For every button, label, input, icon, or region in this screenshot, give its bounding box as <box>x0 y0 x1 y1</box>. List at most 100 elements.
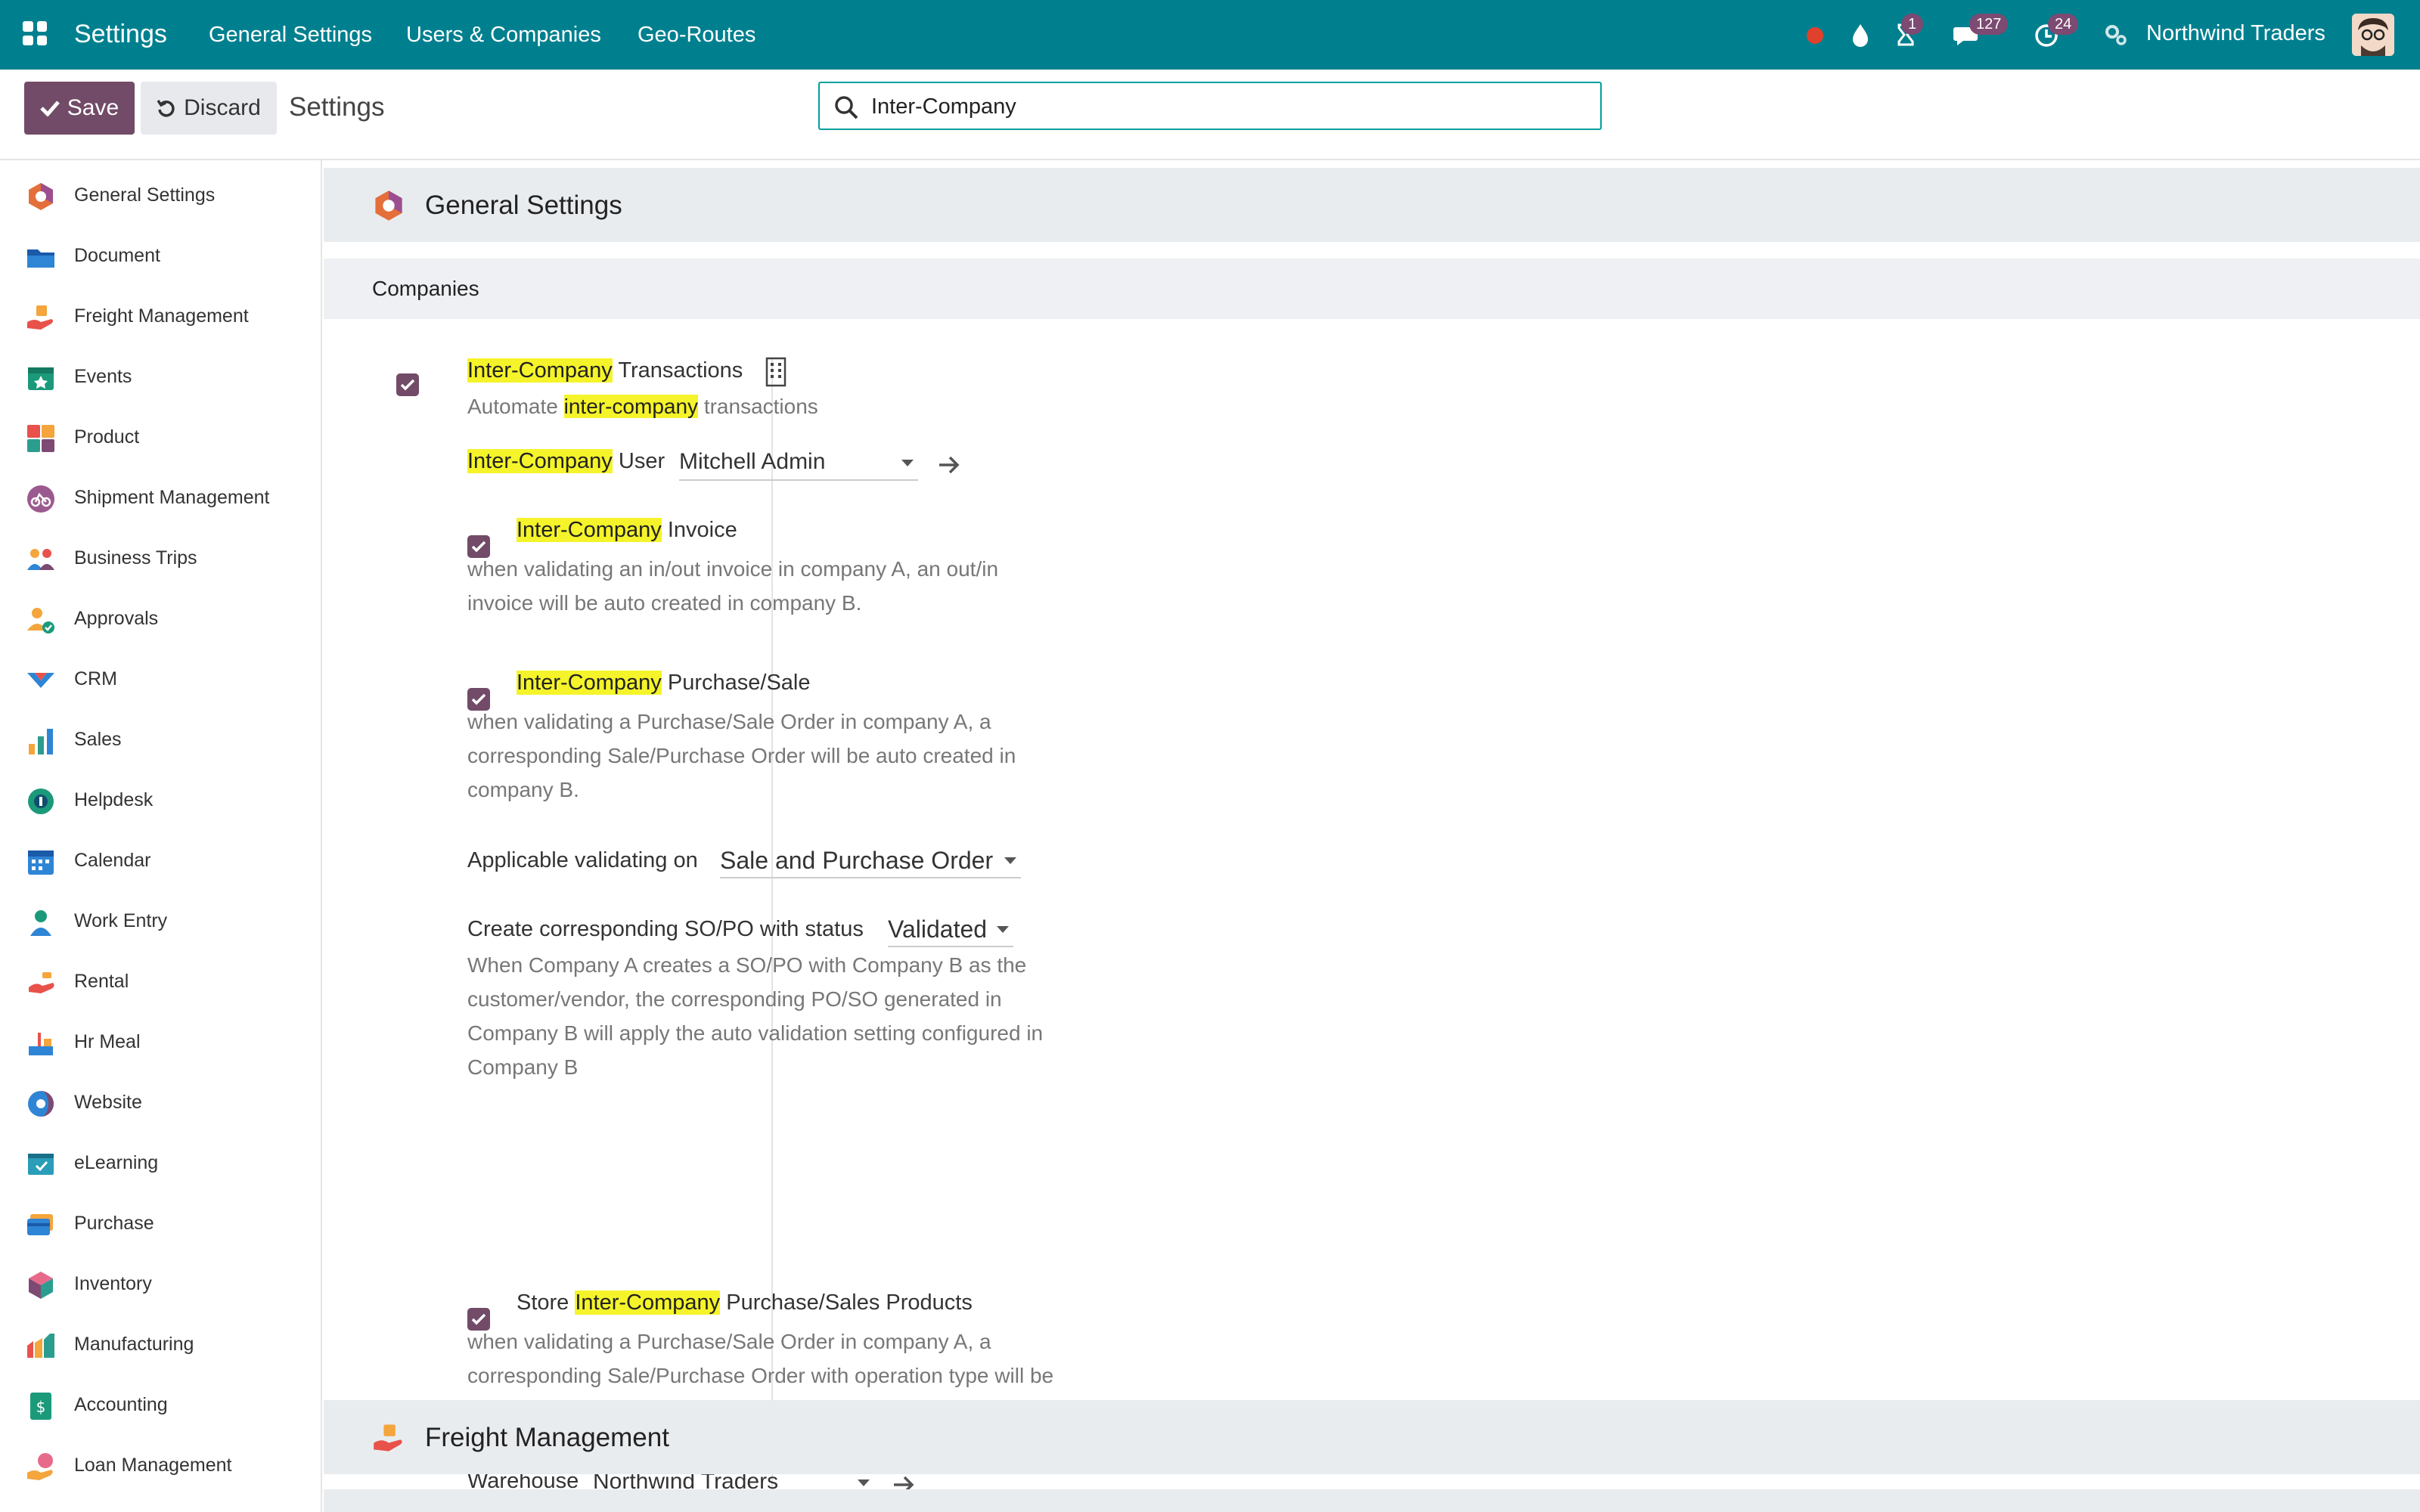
sidebar-item-sales[interactable]: Sales <box>0 711 321 771</box>
inter-company-transactions-checkbox[interactable] <box>396 373 419 396</box>
people-icon <box>27 549 54 570</box>
svg-text:$: $ <box>36 1398 46 1416</box>
sidebar-item-events[interactable]: Events <box>0 348 321 408</box>
sidebar-item-shipment-management[interactable]: Shipment Management <box>0 469 321 529</box>
sidebar-item-product[interactable]: Product <box>0 408 321 469</box>
sidebar-item-website[interactable]: Website <box>0 1074 321 1134</box>
label-rest: Purchase/Sales Products <box>720 1290 973 1315</box>
arrow-right-icon[interactable] <box>938 455 960 475</box>
sidebar-label: Inventory <box>74 1273 152 1294</box>
sidebar-label: Freight Management <box>74 305 249 327</box>
search-box[interactable] <box>818 82 1602 130</box>
apps-grid-icon[interactable] <box>23 21 47 45</box>
app-brand[interactable]: Settings <box>74 20 167 49</box>
section-title: Companies <box>372 277 479 300</box>
sidebar-label: Purchase <box>74 1213 154 1234</box>
select-value: Mitchell Admin <box>679 449 826 474</box>
sidebar-label: Accounting <box>74 1394 168 1415</box>
drop-icon[interactable] <box>1845 20 1876 50</box>
sidebar-item-calendar[interactable]: Calendar <box>0 832 321 892</box>
inter-company-user-select[interactable]: Mitchell Admin <box>679 446 918 481</box>
sidebar-label: Website <box>74 1092 142 1113</box>
sidebar-item-freight-management[interactable]: Freight Management <box>0 287 321 348</box>
sidebar-item-business-trips[interactable]: Business Trips <box>0 529 321 590</box>
sidebar-label: Helpdesk <box>74 789 154 810</box>
sidebar-item-document[interactable]: Document <box>0 227 321 287</box>
company-building-icon <box>765 357 786 387</box>
messages-badge: 127 <box>1969 14 2009 35</box>
sidebar-item-general-settings[interactable]: General Settings <box>0 166 321 227</box>
sidebar-label: Loan Management <box>74 1455 232 1476</box>
sidebar-label: Calendar <box>74 850 151 871</box>
sidebar-item-purchase[interactable]: Purchase <box>0 1194 321 1255</box>
applicable-validating-select[interactable]: Sale and Purchase Order <box>720 844 1021 878</box>
inter-company-user-label: Inter-Company User <box>467 449 665 474</box>
highlight: Inter-Company <box>575 1290 721 1315</box>
sidebar-item-approvals[interactable]: Approvals <box>0 590 321 650</box>
clock-badge: 24 <box>2048 14 2079 35</box>
loan-icon <box>27 1453 53 1480</box>
breadcrumb-title: Settings <box>289 92 385 122</box>
sidebar-item-manufacturing[interactable]: Manufacturing <box>0 1315 321 1376</box>
search-input[interactable] <box>871 91 1582 122</box>
settings-sidebar: General Settings Document Freight Manage… <box>0 160 322 1512</box>
manufacturing-icon <box>27 1334 54 1358</box>
record-icon[interactable] <box>1800 20 1830 50</box>
sidebar-label: CRM <box>74 668 117 689</box>
check-icon <box>400 379 415 391</box>
select-value: Sale and Purchase Order <box>720 847 994 874</box>
highlight: inter-company <box>563 395 699 418</box>
sidebar-item-inventory[interactable]: Inventory <box>0 1255 321 1315</box>
sidebar-label: eLearning <box>74 1152 159 1173</box>
inventory-box-icon <box>29 1272 53 1299</box>
section-companies: Companies <box>324 259 2420 319</box>
shipment-icon <box>27 485 54 513</box>
calendar-star-icon <box>28 367 54 390</box>
sidebar-item-work-entry[interactable]: Work Entry <box>0 892 321 953</box>
chevron-down-icon <box>901 460 914 466</box>
sidebar-label: Manufacturing <box>74 1334 194 1355</box>
product-icon <box>27 425 54 452</box>
inter-company-transactions-label: Inter-Company Transactions <box>467 358 743 383</box>
elearning-icon <box>28 1154 54 1175</box>
company-switcher[interactable]: Northwind Traders <box>2146 21 2325 46</box>
inter-company-invoice-label: Inter-Company Invoice <box>517 518 737 543</box>
highlight: Inter-Company <box>467 358 613 383</box>
discard-button[interactable]: Discard <box>141 82 277 135</box>
menu-users-companies[interactable]: Users & Companies <box>406 23 601 48</box>
label-rest: Purchase/Sale <box>661 671 811 695</box>
sidebar-item-crm[interactable]: CRM <box>0 650 321 711</box>
purchase-card-icon <box>27 1214 53 1235</box>
sidebar-label: Events <box>74 366 132 387</box>
highlight: Inter-Company <box>517 518 662 542</box>
search-icon <box>835 96 858 119</box>
sidebar-item-hr-meal[interactable]: Hr Meal <box>0 1013 321 1074</box>
sidebar-label: Sales <box>74 729 122 750</box>
website-icon <box>28 1091 54 1117</box>
highlight: Inter-Company <box>517 671 662 695</box>
chevron-down-icon <box>1004 857 1016 864</box>
so-po-status-select[interactable]: Validated <box>888 912 1013 947</box>
menu-general-settings[interactable]: General Settings <box>209 23 372 48</box>
save-button[interactable]: Save <box>24 82 135 135</box>
sidebar-label: Hr Meal <box>74 1031 141 1052</box>
inter-company-invoice-desc: when validating an in/out invoice in com… <box>467 557 999 615</box>
approval-icon <box>27 608 54 634</box>
sidebar-item-accounting[interactable]: $ Accounting <box>0 1376 321 1436</box>
label-pre: Store <box>517 1290 576 1315</box>
menu-geo-routes[interactable]: Geo-Routes <box>638 23 755 48</box>
sidebar-item-elearning[interactable]: eLearning <box>0 1134 321 1194</box>
highlight: Inter-Company <box>467 449 613 473</box>
gears-icon[interactable] <box>2101 20 2131 50</box>
user-avatar[interactable] <box>2352 14 2394 56</box>
sidebar-item-rental[interactable]: Rental <box>0 953 321 1013</box>
inter-company-purchase-sale-desc: when validating a Purchase/Sale Order in… <box>467 710 1016 801</box>
sidebar-label: Document <box>74 245 160 266</box>
sidebar-label: Approvals <box>74 608 159 629</box>
sidebar-item-loan-management[interactable]: Loan Management <box>0 1436 321 1497</box>
sidebar-item-helpdesk[interactable]: Helpdesk <box>0 771 321 832</box>
next-section-bar <box>324 1489 2420 1512</box>
chevron-down-icon <box>997 926 1009 933</box>
sidebar-label: Work Entry <box>74 910 168 931</box>
activity-badge: 1 <box>1901 14 1924 35</box>
